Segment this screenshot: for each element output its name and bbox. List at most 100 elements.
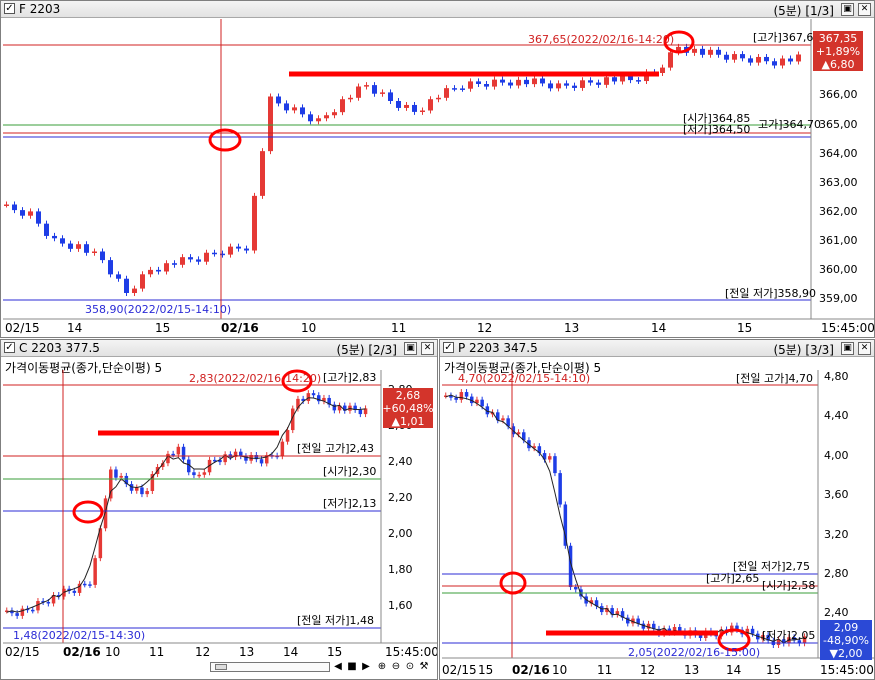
candle [260,151,265,196]
candle [764,56,769,62]
candle [708,49,713,55]
x-label: 13 [564,321,579,335]
candle [508,82,513,86]
high-annotation-c: 2,83(2022/02/16-14:20) [189,372,321,385]
candle [181,446,186,460]
price-box-p: 2,09 -48,90% ▼2,00 [820,620,872,660]
candle [564,83,569,86]
candle [20,608,25,616]
f-candles [4,43,801,296]
wrench-icon[interactable]: ⚒ [418,661,430,673]
open-label-p: [시가]2,58 [762,579,815,592]
candle [172,263,177,265]
y-tick: 361,00 [819,234,858,247]
candle [700,48,705,55]
candle [428,99,433,111]
candle [620,75,625,82]
price-pct-c: +60,48% [382,402,433,415]
candle [60,238,65,244]
candle [464,392,469,397]
x-label: 15 [155,321,170,335]
candle [148,269,153,275]
x-label: 15 [766,663,781,677]
candle [780,58,785,66]
candlestick-chart-f[interactable]: 366,00 365,00 364,00 363,00 362,00 361,0… [1,1,875,338]
y-tick: 365,00 [819,118,858,131]
chart-panel-p[interactable]: ✓ P 2203 347.5 (5분) [3/3] ▣ ✕ 가격이동평균(종가,… [439,339,875,680]
x-label: 15:45:00 [820,663,874,677]
x-label: 13 [684,663,699,677]
zoom-in-icon[interactable]: ⊕ [376,661,388,673]
candle [311,393,316,396]
low2-label-f: 고가]364,70 [758,118,821,131]
moving-average-line [6,397,366,613]
candle [788,58,793,62]
play-left-icon[interactable]: ◀ [332,661,344,673]
x-label: 02/15 [5,645,40,659]
candle [572,85,577,88]
candle [308,114,313,122]
scrollbar-track[interactable] [210,662,330,672]
y-tick: 359,00 [819,292,858,305]
candle [84,244,89,253]
candle [176,446,181,455]
scroll-toolbar[interactable]: ◀ ■ ▶ ⊕ ⊖ ⊙ ⚒ [210,660,438,674]
candle [171,453,175,456]
candle [692,48,697,53]
candle [44,223,49,236]
low-annotation-p: 2,05(2022/02/16-15:00) [628,646,760,659]
zoom-out-icon[interactable]: ⊖ [390,661,402,673]
y-tick: 2,80 [824,567,849,580]
candle [540,78,545,84]
stop-icon[interactable]: ■ [346,661,358,673]
high-label-p: [고가]2,65 [706,572,759,585]
chart-panel-f[interactable]: ✓ F 2203 (5분) [1/3] ▣ ✕ 366,00 365,00 36… [0,0,875,338]
x-label: 12 [640,663,655,677]
candle [588,80,593,83]
high-label-f: [고가]367,65 [753,31,820,44]
x-label: 14 [67,321,82,335]
low-label-p: [저가]2,05 [762,629,815,642]
x-axis-p: 02/15 15 02/16 10 11 12 13 14 15 15:45:0… [442,663,874,677]
candle [140,487,144,495]
price-chg-c: ▲1,01 [392,415,425,428]
price-value-c: 2,68 [396,389,421,402]
candle [145,490,149,495]
y-axis-p: 4,80 4,40 4,00 3,60 3,20 2,80 2,40 [824,370,849,619]
candle [558,473,562,505]
x-label: 02/15 [5,321,40,335]
low-label-f: [저가]364,50 [683,123,750,136]
high-annotation-f: 367,65(2022/02/16-14:20) [528,33,674,46]
candle [660,67,665,73]
candlestick-chart-c[interactable]: 2,80 2,60 2,40 2,20 2,00 1,80 1,60 02/15… [1,340,438,680]
candle [332,112,337,116]
play-right-icon[interactable]: ▶ [360,661,372,673]
candle [756,56,761,63]
circle-marker-p1 [499,571,527,595]
x-label: 02/15 [442,663,477,677]
top-annotation-p: 4,70(2022/02/15-14:10) [458,372,590,385]
y-tick: 3,60 [824,488,849,501]
candle [46,601,51,604]
zoom-reset-icon[interactable]: ⊙ [404,661,416,673]
candle [388,92,393,101]
candle [668,52,673,68]
candle [358,409,363,415]
y-tick: 363,00 [819,176,858,189]
scrollbar-thumb[interactable] [215,664,227,670]
price-box-f: 367,35 +1,89% ▲6,80 [813,31,863,71]
x-label: 14 [283,645,298,659]
candlestick-chart-p[interactable]: 4,80 4,40 4,00 3,60 3,20 2,80 2,40 02/15… [440,340,875,680]
chart-panel-c[interactable]: ✓ C 2203 377.5 (5분) [2/3] ▣ ✕ 가격이동평균(종가,… [0,339,438,680]
y-tick: 4,00 [824,449,849,462]
y-axis-f: 366,00 365,00 364,00 363,00 362,00 361,0… [819,88,858,305]
x-label: 12 [477,321,492,335]
candle [796,54,801,62]
candle [364,85,369,87]
candle [574,587,578,590]
candle [492,79,497,87]
candle [188,257,193,260]
y-tick: 364,00 [819,147,858,160]
candle [404,104,409,108]
y-tick: 366,00 [819,88,858,101]
